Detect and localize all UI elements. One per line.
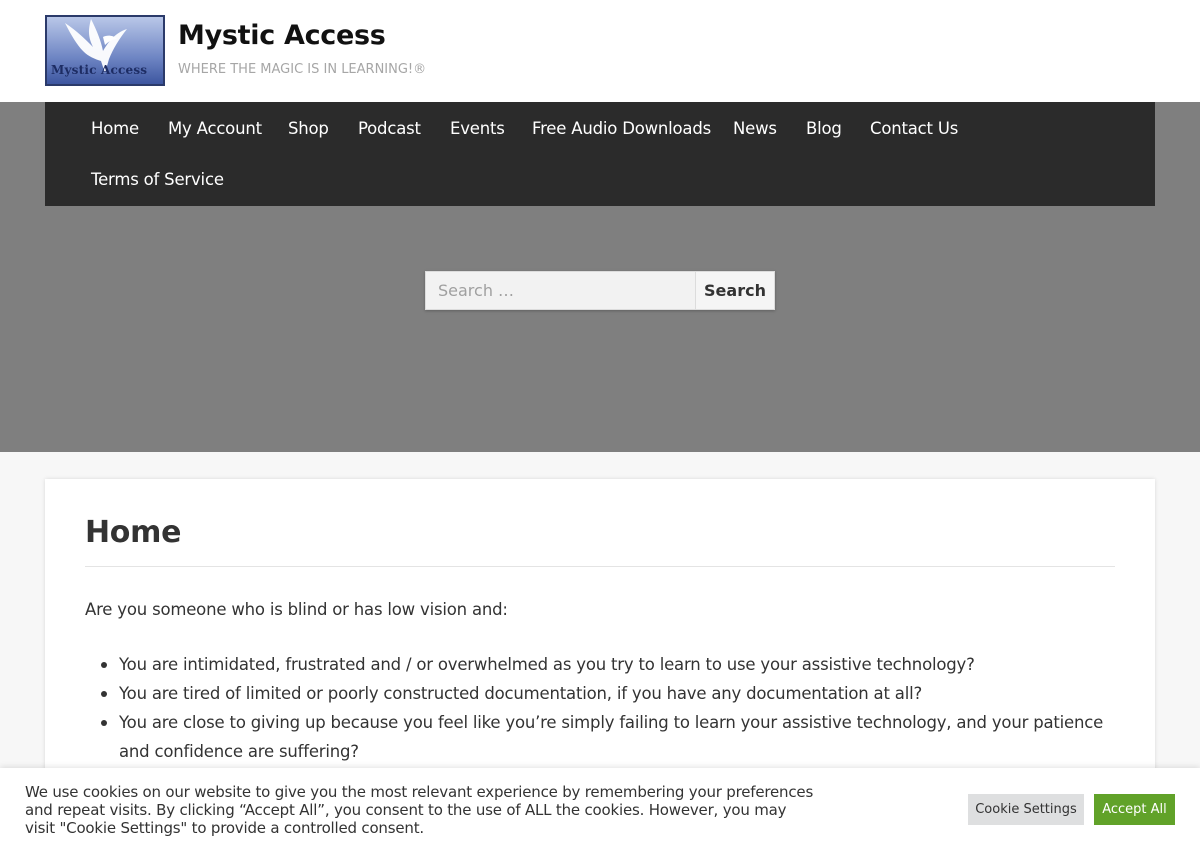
nav-item-events[interactable]: Events — [450, 119, 505, 138]
nav-item-contact-us[interactable]: Contact Us — [870, 119, 958, 138]
intro-paragraph: Are you someone who is blind or has low … — [85, 600, 508, 619]
site-tagline: WHERE THE MAGIC IS IN LEARNING!® — [178, 62, 427, 77]
nav-item-home[interactable]: Home — [91, 119, 139, 138]
site-logo[interactable]: Mystic Access — [45, 15, 165, 86]
site-header: Mystic Access Mystic Access WHERE THE MA… — [0, 0, 1200, 102]
bullet-list: You are intimidated, frustrated and / or… — [85, 650, 1115, 766]
nav-item-free-audio-downloads[interactable]: Free Audio Downloads — [532, 119, 711, 138]
page-title: Home — [85, 515, 182, 550]
search-input[interactable] — [425, 271, 695, 310]
nav-item-shop[interactable]: Shop — [288, 119, 329, 138]
main-navigation: Home My Account Shop Podcast Events Free… — [45, 102, 1155, 206]
cookie-consent-bar: We use cookies on our website to give yo… — [0, 768, 1200, 850]
logo-text: Mystic Access — [51, 63, 148, 77]
accept-all-button[interactable]: Accept All — [1094, 794, 1175, 825]
site-title[interactable]: Mystic Access — [178, 20, 386, 51]
list-item: You are tired of limited or poorly const… — [85, 679, 1115, 708]
nav-item-podcast[interactable]: Podcast — [358, 119, 421, 138]
cookie-settings-button[interactable]: Cookie Settings — [968, 794, 1084, 825]
nav-item-my-account[interactable]: My Account — [168, 119, 262, 138]
nav-item-news[interactable]: News — [733, 119, 777, 138]
hero-banner: Home My Account Shop Podcast Events Free… — [0, 102, 1200, 452]
list-item: You are intimidated, frustrated and / or… — [85, 650, 1115, 679]
title-divider — [85, 566, 1115, 567]
cookie-consent-text: We use cookies on our website to give yo… — [25, 783, 814, 837]
nav-item-blog[interactable]: Blog — [806, 119, 842, 138]
list-item: You are close to giving up because you f… — [85, 708, 1115, 766]
nav-item-terms-of-service[interactable]: Terms of Service — [91, 170, 224, 189]
search-button[interactable]: Search — [695, 271, 775, 310]
search-form: Search — [425, 271, 775, 310]
